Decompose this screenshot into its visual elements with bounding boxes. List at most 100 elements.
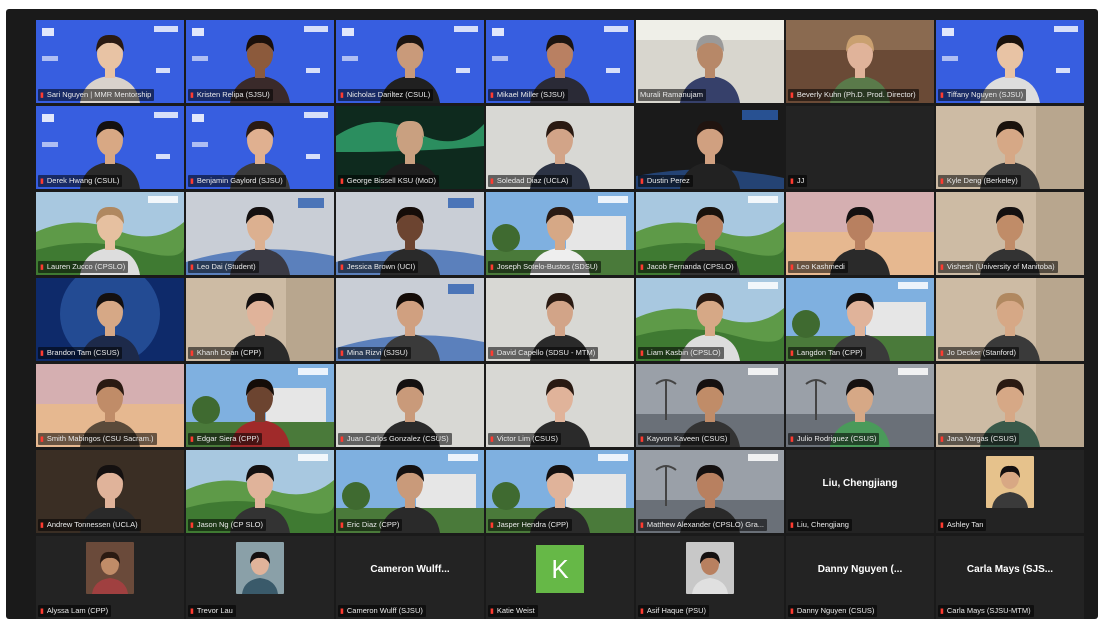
participant-tile[interactable]: ▮ Sari Nguyen | MMR Mentorship bbox=[36, 20, 184, 103]
participant-tile[interactable]: ▮ Jasper Hendra (CPP) bbox=[486, 450, 634, 533]
participant-tile[interactable]: ▮ Brandon Tam (CSUS) bbox=[36, 278, 184, 361]
microphone-muted-icon: ▮ bbox=[490, 350, 494, 357]
participant-tile[interactable]: ▮ Jo Decker (Stanford) bbox=[936, 278, 1084, 361]
microphone-muted-icon: ▮ bbox=[940, 608, 944, 615]
participant-tile[interactable]: ▮ Vishesh (University of Manitoba) bbox=[936, 192, 1084, 275]
participant-name: Khanh Doan (CPP) bbox=[196, 348, 262, 357]
microphone-muted-icon: ▮ bbox=[940, 522, 944, 529]
participant-tile[interactable]: ▮ Smith Mabingos (CSU Sacram.) bbox=[36, 364, 184, 447]
microphone-muted-icon: ▮ bbox=[790, 264, 794, 271]
participant-tile[interactable]: Carla Mays (SJS... ▮ Carla Mays (SJSU-MTM) bbox=[936, 536, 1084, 619]
microphone-muted-icon: ▮ bbox=[40, 92, 44, 99]
participant-tile[interactable]: ▮ Benjamin Gaylord (SJSU) bbox=[186, 106, 334, 189]
participant-profile-photo bbox=[86, 542, 134, 594]
participant-tile[interactable]: ▮ Alyssa Lam (CPP) bbox=[36, 536, 184, 619]
participant-tile[interactable]: ▮ Jessica Brown (UCI) bbox=[336, 192, 484, 275]
participant-name: Jasper Hendra (CPP) bbox=[496, 520, 569, 529]
screenshot-frame: ▮ Sari Nguyen | MMR Mentorship ▮ Kristen Re… bbox=[0, 0, 1104, 623]
participant-tile[interactable]: ▮ Victor Lim (CSUS) bbox=[486, 364, 634, 447]
participant-tile[interactable]: ▮ Leo Dai (Student) bbox=[186, 192, 334, 275]
participant-name-tag: ▮ Langdon Tan (CPP) bbox=[788, 347, 866, 359]
participant-tile[interactable]: ▮ George Bissell KSU (MoD) bbox=[336, 106, 484, 189]
video-off-background bbox=[786, 106, 934, 189]
participant-name-tag: ▮ Alyssa Lam (CPP) bbox=[38, 605, 112, 617]
participant-tile[interactable]: ▮ Tiffany Nguyen (SJSU) bbox=[936, 20, 1084, 103]
participant-name: Katie Weist bbox=[496, 606, 535, 615]
participant-name: Edgar Siera (CPP) bbox=[196, 434, 259, 443]
participant-name-tag: ▮ Eric Diaz (CPP) bbox=[338, 519, 403, 531]
participant-name-tag: ▮ Victor Lim (CSUS) bbox=[488, 433, 561, 445]
participant-tile[interactable]: ▮ Ashley Tan bbox=[936, 450, 1084, 533]
participant-tile[interactable]: ▮ Derek Hwang (CSUL) bbox=[36, 106, 184, 189]
participant-tile[interactable]: ▮ JJ bbox=[786, 106, 934, 189]
participant-name: Smith Mabingos (CSU Sacram.) bbox=[46, 434, 154, 443]
participant-name-tag: ▮ Matthew Alexander (CPSLO) Gra... bbox=[638, 519, 767, 531]
participant-name-tag: ▮ Jessica Brown (UCI) bbox=[338, 261, 419, 273]
participant-name: Ashley Tan bbox=[946, 520, 984, 529]
microphone-muted-icon: ▮ bbox=[790, 178, 794, 185]
participant-tile[interactable]: ▮ Kyle Deng (Berkeley) bbox=[936, 106, 1084, 189]
participant-tile[interactable]: ▮ Eric Diaz (CPP) bbox=[336, 450, 484, 533]
participant-tile[interactable]: ▮ Matthew Alexander (CPSLO) Gra... bbox=[636, 450, 784, 533]
participant-tile[interactable]: ▮ Kristen Relipa (SJSU) bbox=[186, 20, 334, 103]
participant-tile[interactable]: ▮ Mina Rizvi (SJSU) bbox=[336, 278, 484, 361]
microphone-muted-icon: ▮ bbox=[940, 178, 944, 185]
participant-name-tag: ▮ Beverly Kuhn (Ph.D. Prod. Director) bbox=[788, 89, 919, 101]
participant-name-tag: ▮ Smith Mabingos (CSU Sacram.) bbox=[38, 433, 157, 445]
participant-tile[interactable]: ▮ Edgar Siera (CPP) bbox=[186, 364, 334, 447]
microphone-muted-icon: ▮ bbox=[490, 92, 494, 99]
participant-tile[interactable]: ▮ Nicholas Dariltez (CSUL) bbox=[336, 20, 484, 103]
zoom-gallery-view: ▮ Sari Nguyen | MMR Mentorship ▮ Kristen Re… bbox=[6, 9, 1098, 619]
participant-name: Mina Rizvi (SJSU) bbox=[346, 348, 408, 357]
participant-tile[interactable]: ▮ Jason Ng (CP SLO) bbox=[186, 450, 334, 533]
participant-tile[interactable]: ▮ Dustin Perez bbox=[636, 106, 784, 189]
participant-tile[interactable]: Liu, Chengjiang ▮ Liu, Chengjiang bbox=[786, 450, 934, 533]
participant-name-tag: ▮ Jason Ng (CP SLO) bbox=[188, 519, 266, 531]
participant-tile[interactable]: ▮ Soledad Diaz (UCLA) bbox=[486, 106, 634, 189]
participant-name: Liu, Chengjiang bbox=[796, 520, 849, 529]
participant-tile[interactable]: ▮ Khanh Doan (CPP) bbox=[186, 278, 334, 361]
participant-name-tag: ▮ George Bissell KSU (MoD) bbox=[338, 175, 440, 187]
participant-tile[interactable]: ▮ David Capello (SDSU - MTM) bbox=[486, 278, 634, 361]
participant-tile[interactable]: ▮ Asif Haque (PSU) bbox=[636, 536, 784, 619]
participant-name: Juan Carlos Gonzalez (CSUS) bbox=[346, 434, 449, 443]
microphone-muted-icon: ▮ bbox=[640, 178, 644, 185]
participant-tile[interactable]: ▮ Leo Kashmedi bbox=[786, 192, 934, 275]
participant-tile[interactable]: ▮ Andrew Tonnessen (UCLA) bbox=[36, 450, 184, 533]
participant-name-tag: ▮ Soledad Diaz (UCLA) bbox=[488, 175, 572, 187]
participant-tile[interactable]: ▮ Julio Rodriguez (CSUS) bbox=[786, 364, 934, 447]
participant-name-tag: ▮ Sari Nguyen | MMR Mentorship bbox=[38, 89, 155, 101]
participant-name: Vishesh (University of Manitoba) bbox=[946, 262, 1055, 271]
participant-tile[interactable]: ▮ Langdon Tan (CPP) bbox=[786, 278, 934, 361]
microphone-muted-icon: ▮ bbox=[340, 436, 344, 443]
participant-name: Dustin Perez bbox=[646, 176, 690, 185]
participant-center-name: Danny Nguyen (... bbox=[817, 564, 903, 575]
participant-name: Victor Lim (CSUS) bbox=[496, 434, 558, 443]
microphone-muted-icon: ▮ bbox=[940, 264, 944, 271]
participant-tile[interactable]: ▮ Jacob Fernanda (CPSLO) bbox=[636, 192, 784, 275]
participant-name: Andrew Tonnessen (UCLA) bbox=[46, 520, 138, 529]
participant-name-tag: ▮ Julio Rodriguez (CSUS) bbox=[788, 433, 880, 445]
participant-profile-photo bbox=[686, 542, 734, 594]
participant-tile[interactable]: Murali Ramanujam bbox=[636, 20, 784, 103]
participant-tile[interactable]: K ▮ Katie Weist bbox=[486, 536, 634, 619]
participant-tile[interactable]: Cameron Wulff... ▮ Cameron Wulff (SJSU) bbox=[336, 536, 484, 619]
participant-tile[interactable]: ▮ Lauren Zucco (CPSLO) bbox=[36, 192, 184, 275]
participant-tile[interactable]: ▮ Liam Kasbin (CPSLO) bbox=[636, 278, 784, 361]
participant-tile[interactable]: Danny Nguyen (... ▮ Danny Nguyen (CSUS) bbox=[786, 536, 934, 619]
microphone-muted-icon: ▮ bbox=[490, 436, 494, 443]
participant-tile[interactable]: ▮ Beverly Kuhn (Ph.D. Prod. Director) bbox=[786, 20, 934, 103]
microphone-muted-icon: ▮ bbox=[40, 178, 44, 185]
participant-tile[interactable]: ▮ Juan Carlos Gonzalez (CSUS) bbox=[336, 364, 484, 447]
participant-tile[interactable]: ▮ Kayvon Kaveen (CSUS) bbox=[636, 364, 784, 447]
participant-tile[interactable]: ▮ Mikael Miller (SJSU) bbox=[486, 20, 634, 103]
participant-tile[interactable]: ▮ Jana Vargas (CSUS) bbox=[936, 364, 1084, 447]
microphone-muted-icon: ▮ bbox=[190, 264, 194, 271]
participant-name: Kyle Deng (Berkeley) bbox=[946, 176, 1018, 185]
participant-name: David Capello (SDSU - MTM) bbox=[496, 348, 596, 357]
participant-name: Asif Haque (PSU) bbox=[646, 606, 707, 615]
microphone-muted-icon: ▮ bbox=[640, 436, 644, 443]
participant-tile[interactable]: ▮ Trevor Lau bbox=[186, 536, 334, 619]
participant-tile[interactable]: ▮ Joseph Sotelo-Bustos (SDSU) bbox=[486, 192, 634, 275]
participant-name-tag: ▮ Juan Carlos Gonzalez (CSUS) bbox=[338, 433, 452, 445]
